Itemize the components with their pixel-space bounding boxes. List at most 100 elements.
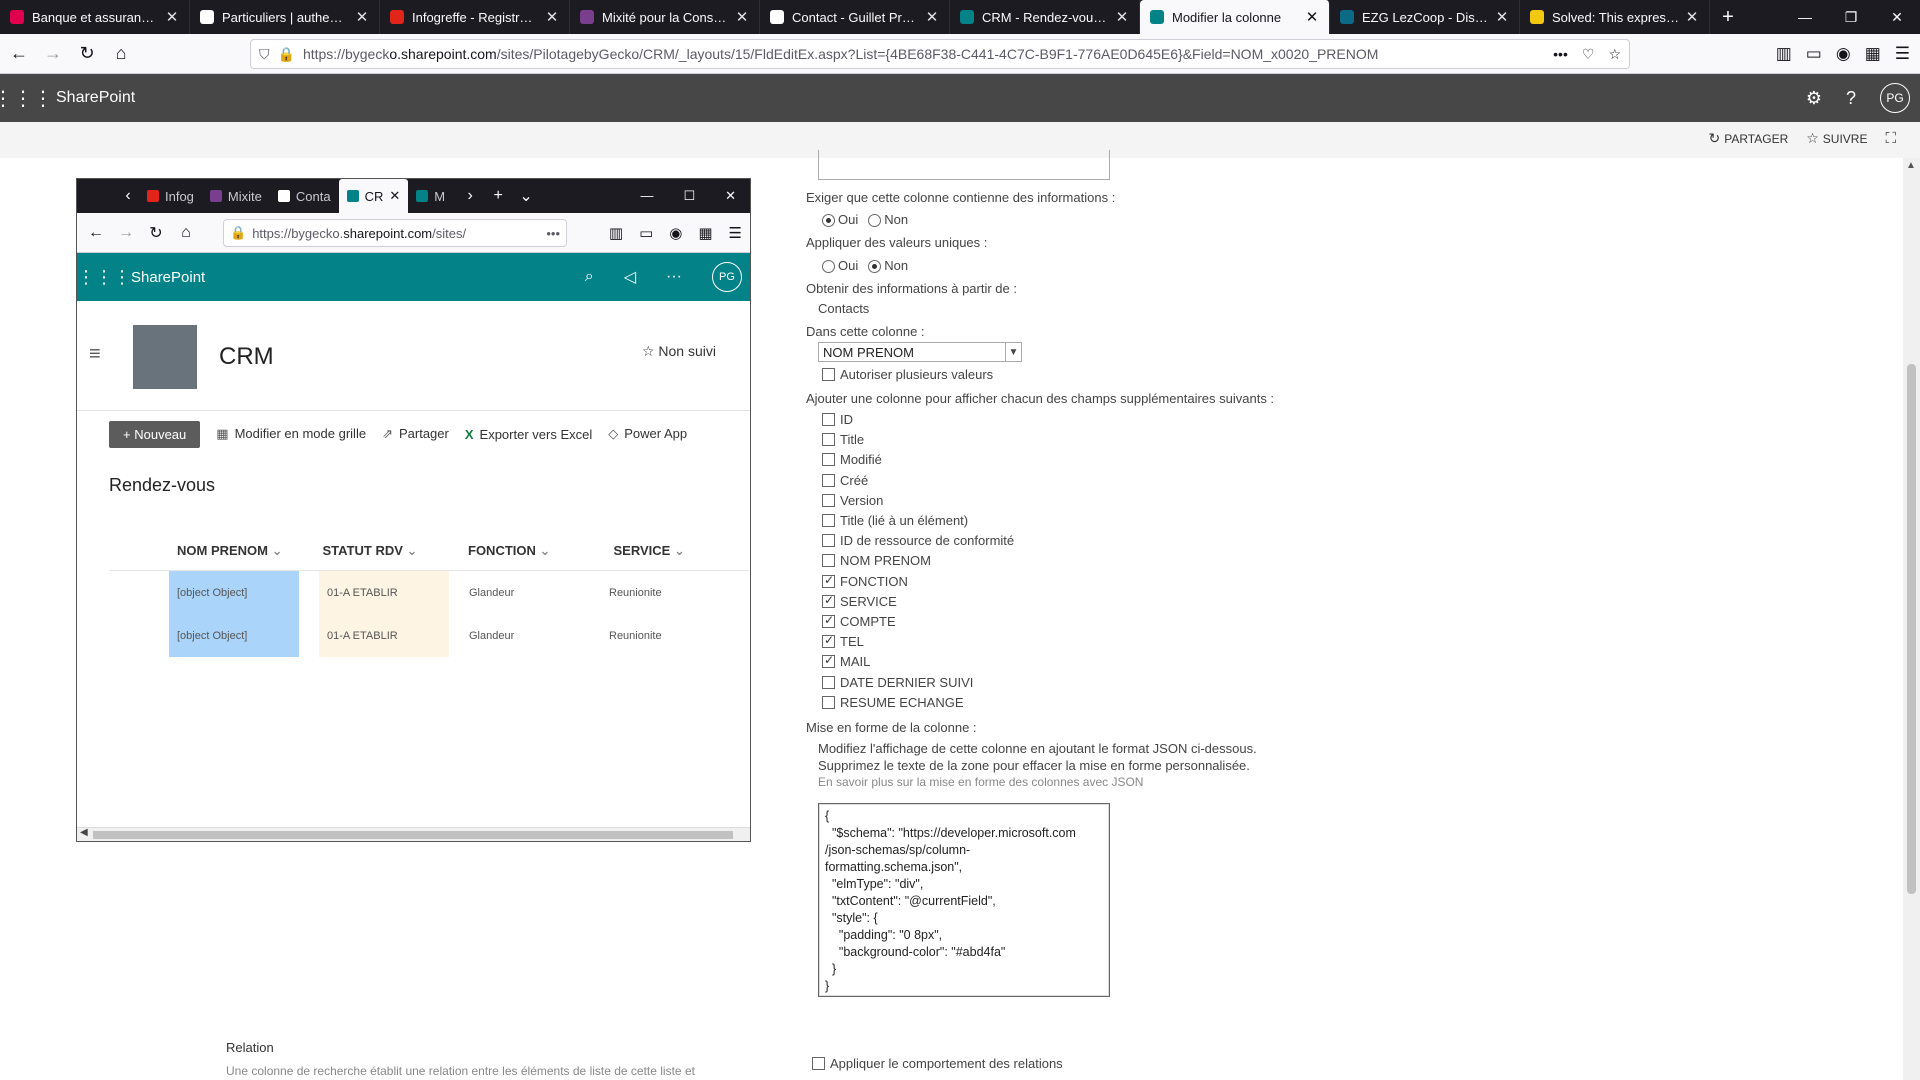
app-launcher-icon[interactable]: ⋮⋮⋮	[0, 74, 53, 122]
inner-brand: SharePoint	[131, 268, 206, 286]
forward-icon[interactable]: →	[38, 39, 68, 69]
json-line: "background-color": "#abd4fa"	[825, 945, 1006, 959]
checkbox-box[interactable]	[822, 453, 835, 467]
tab-close-icon[interactable]: ✕	[1305, 8, 1319, 26]
page-action-bar: ↻ PARTAGER ☆ SUIVRE ⛶	[1708, 130, 1896, 147]
scroll-up-icon[interactable]: ▲	[1906, 160, 1916, 171]
tab-close-icon[interactable]: ✕	[1685, 8, 1699, 26]
inner-minimize-icon: —	[640, 188, 654, 203]
browser-tab[interactable]: Infogreffe - Registre du c ✕	[380, 0, 570, 34]
checkbox-box[interactable]	[822, 534, 835, 548]
bookmark-star-icon[interactable]: ☆	[1608, 46, 1621, 63]
restore-icon[interactable]: ❐	[1828, 0, 1874, 34]
sidebar-icon[interactable]: ▭	[1806, 44, 1822, 64]
enforce-relation-checkbox[interactable]: Appliquer le comportement des relations	[812, 1056, 1063, 1071]
tab-close-icon[interactable]: ✕	[165, 8, 179, 26]
library-icon[interactable]: ▥	[1776, 44, 1792, 64]
tab-close-icon[interactable]: ✕	[1495, 8, 1509, 26]
required-no-radio[interactable]: Non	[868, 212, 908, 228]
extra-field-checkbox[interactable]: Title (lié à un élément)	[822, 513, 968, 528]
browser-tab[interactable]: Mixité pour la Construct ✕	[570, 0, 760, 34]
more-icon[interactable]: •••	[1553, 46, 1568, 63]
menu-icon[interactable]: ☰	[1895, 44, 1910, 64]
checkbox-box[interactable]	[822, 593, 835, 608]
checkbox-box[interactable]	[822, 473, 835, 487]
url-bar[interactable]: ⛉ 🔒 https://bygecko.sharepoint.com/sites…	[250, 39, 1630, 69]
browser-tab[interactable]: Solved: This expression ✕	[1520, 0, 1710, 34]
browser-tab[interactable]: Modifier la colonne ✕	[1140, 0, 1330, 34]
extra-field-checkbox[interactable]: ID de ressource de conformité	[822, 533, 1014, 548]
checkbox-box[interactable]	[822, 675, 835, 689]
inner-table-cell: 01-A ETABLIR	[319, 614, 449, 657]
extra-field-checkbox[interactable]: Title	[822, 432, 864, 447]
extra-field-checkbox[interactable]: COMPTE	[822, 613, 896, 629]
extra-field-checkbox[interactable]: TEL	[822, 633, 864, 649]
tab-close-icon[interactable]: ✕	[925, 8, 939, 26]
format-learn-more-link[interactable]: En savoir plus sur la mise en forme des …	[818, 775, 1143, 789]
inner-tab-label: CR	[364, 188, 384, 204]
json-line: "elmType": "div",	[825, 877, 924, 891]
tab-close-icon[interactable]: ✕	[545, 8, 559, 26]
back-icon[interactable]: ←	[4, 39, 34, 69]
extra-field-checkbox[interactable]: RESUME ECHANGE	[822, 695, 964, 710]
browser-tab[interactable]: Contact - Guillet Produc ✕	[760, 0, 950, 34]
share-action[interactable]: ↻ PARTAGER	[1708, 130, 1788, 147]
inner-browser-tab: Mixite	[202, 179, 270, 213]
inner-more-icon: •••	[546, 225, 560, 241]
extra-field-checkbox[interactable]: FONCTION	[822, 573, 908, 589]
page-scroll-thumb[interactable]	[1907, 364, 1916, 894]
checkbox-box[interactable]	[822, 433, 835, 447]
checkbox-box[interactable]	[822, 613, 835, 628]
extra-field-checkbox[interactable]: Modifié	[822, 452, 882, 467]
gear-icon[interactable]: ⚙	[1806, 88, 1822, 109]
new-tab-button[interactable]: +	[1710, 0, 1746, 34]
extra-field-checkbox[interactable]: Créé	[822, 473, 868, 488]
extra-field-checkbox[interactable]: DATE DERNIER SUIVI	[822, 675, 973, 690]
checkbox-box[interactable]	[822, 633, 835, 649]
browser-tab[interactable]: CRM - Rendez-vous - To ✕	[950, 0, 1140, 34]
extra-field-checkbox[interactable]: ID	[822, 412, 853, 427]
tab-close-icon[interactable]: ✕	[735, 8, 749, 26]
unique-yes-radio[interactable]: Oui	[822, 258, 858, 274]
tab-label: Solved: This expression	[1552, 9, 1679, 25]
tab-favicon-icon	[1340, 10, 1354, 24]
tab-close-icon[interactable]: ✕	[355, 8, 369, 26]
checkbox-box[interactable]	[822, 413, 835, 426]
description-textarea-bottom[interactable]	[818, 150, 1110, 180]
close-window-icon[interactable]: ✕	[1874, 0, 1920, 34]
checkbox-box[interactable]	[822, 554, 835, 568]
extra-field-checkbox[interactable]: NOM PRENOM	[822, 553, 931, 568]
focus-mode-icon[interactable]: ⛶	[1885, 130, 1896, 147]
column-select[interactable]: NOM PRENOM ▼	[818, 342, 1022, 362]
checkbox-box[interactable]	[822, 695, 835, 709]
reload-icon[interactable]: ↻	[72, 39, 102, 69]
extra-field-checkbox[interactable]: Version	[822, 493, 883, 508]
suite-brand[interactable]: SharePoint	[56, 89, 135, 107]
relation-title: Relation	[226, 1040, 274, 1055]
tab-favicon-icon	[10, 10, 24, 24]
home-icon[interactable]: ⌂	[106, 39, 136, 69]
allow-multiple-checkbox[interactable]: Autoriser plusieurs valeurs	[822, 367, 993, 382]
pocket-icon[interactable]: ♡	[1582, 46, 1595, 63]
checkbox-box[interactable]	[822, 653, 835, 669]
follow-action[interactable]: ☆ SUIVRE	[1806, 130, 1867, 147]
extensions-icon[interactable]: ▦	[1865, 44, 1881, 64]
browser-tab[interactable]: EZG LezCoop - Discussio ✕	[1330, 0, 1520, 34]
checkbox-box[interactable]	[822, 573, 835, 588]
minimize-icon[interactable]: —	[1782, 0, 1828, 34]
checkbox-box[interactable]	[822, 493, 835, 507]
account-icon[interactable]: ◉	[1836, 44, 1851, 64]
extra-field-checkbox[interactable]: SERVICE	[822, 593, 897, 609]
avatar[interactable]: PG	[1880, 83, 1910, 113]
unique-no-radio[interactable]: Non	[868, 258, 908, 274]
tab-label: Modifier la colonne	[1172, 9, 1282, 25]
json-format-textarea[interactable]: { "$schema": "https://developer.microsof…	[818, 803, 1110, 997]
required-yes-radio[interactable]: Oui	[822, 212, 858, 228]
help-icon[interactable]: ?	[1846, 88, 1856, 109]
page-vertical-scrollbar[interactable]: ▲	[1903, 158, 1920, 1080]
extra-field-checkbox[interactable]: MAIL	[822, 653, 870, 669]
browser-tab[interactable]: Banque et assurance - P ✕	[0, 0, 190, 34]
browser-tab[interactable]: Particuliers | authentific ✕	[190, 0, 380, 34]
tab-close-icon[interactable]: ✕	[1115, 8, 1129, 26]
checkbox-box[interactable]	[822, 514, 835, 527]
